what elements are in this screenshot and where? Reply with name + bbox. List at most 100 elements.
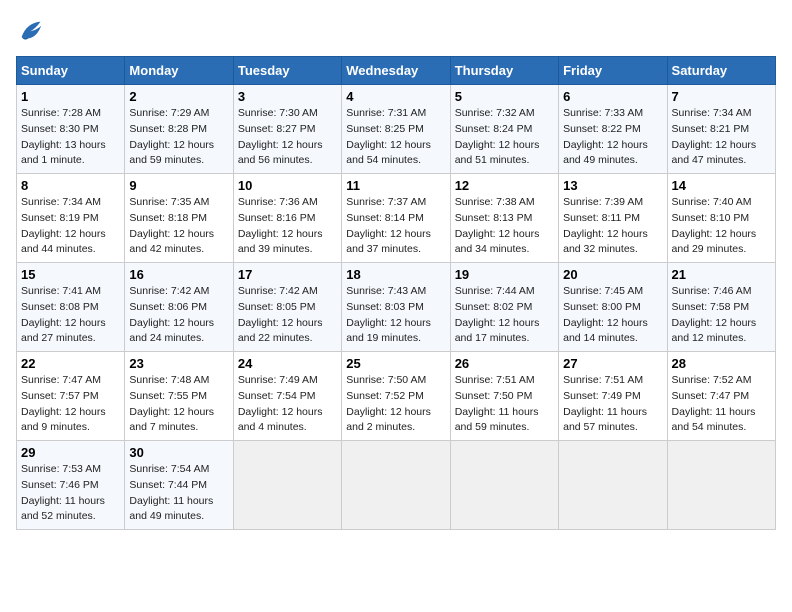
- calendar-day: [233, 441, 341, 530]
- day-number: 1: [21, 89, 120, 104]
- calendar-day: 4 Sunrise: 7:31 AMSunset: 8:25 PMDaylight…: [342, 85, 450, 174]
- day-number: 21: [672, 267, 771, 282]
- calendar-day: 15 Sunrise: 7:41 AMSunset: 8:08 PMDayligh…: [17, 263, 125, 352]
- day-number: 29: [21, 445, 120, 460]
- calendar-table: SundayMondayTuesdayWednesdayThursdayFrid…: [16, 56, 776, 530]
- day-number: 3: [238, 89, 337, 104]
- calendar-day: 26Sunrise: 7:51 AMSunset: 7:50 PMDayligh…: [450, 352, 558, 441]
- day-number: 27: [563, 356, 662, 371]
- calendar-day: [450, 441, 558, 530]
- calendar-day: 20Sunrise: 7:45 AMSunset: 8:00 PMDayligh…: [559, 263, 667, 352]
- calendar-day: 29 Sunrise: 7:53 AMSunset: 7:46 PMDayligh…: [17, 441, 125, 530]
- day-info: Sunrise: 7:52 AMSunset: 7:47 PMDaylight:…: [672, 373, 771, 436]
- day-number: 24: [238, 356, 337, 371]
- day-number: 10: [238, 178, 337, 193]
- day-info: Sunrise: 7:29 AMSunset: 8:28 PMDaylight:…: [129, 106, 228, 169]
- day-info: Sunrise: 7:50 AMSunset: 7:52 PMDaylight:…: [346, 373, 445, 436]
- day-info: Sunrise: 7:53 AMSunset: 7:46 PMDaylight:…: [21, 462, 120, 525]
- column-header-sunday: Sunday: [17, 57, 125, 85]
- calendar-day: 17Sunrise: 7:42 AMSunset: 8:05 PMDayligh…: [233, 263, 341, 352]
- calendar-day: 3 Sunrise: 7:30 AMSunset: 8:27 PMDaylight…: [233, 85, 341, 174]
- calendar-day: 16 Sunrise: 7:42 AMSunset: 8:06 PMDayligh…: [125, 263, 233, 352]
- day-info: Sunrise: 7:51 AMSunset: 7:50 PMDaylight:…: [455, 373, 554, 436]
- day-number: 11: [346, 178, 445, 193]
- calendar-day: 21 Sunrise: 7:46 AMSunset: 7:58 PMDayligh…: [667, 263, 775, 352]
- day-info: Sunrise: 7:41 AMSunset: 8:08 PMDaylight:…: [21, 284, 120, 347]
- day-info: Sunrise: 7:32 AMSunset: 8:24 PMDaylight:…: [455, 106, 554, 169]
- calendar-day: 8 Sunrise: 7:34 AMSunset: 8:19 PMDaylight…: [17, 174, 125, 263]
- day-number: 2: [129, 89, 228, 104]
- column-header-wednesday: Wednesday: [342, 57, 450, 85]
- calendar-day: [667, 441, 775, 530]
- calendar-day: 13 Sunrise: 7:39 AMSunset: 8:11 PMDayligh…: [559, 174, 667, 263]
- day-info: Sunrise: 7:42 AMSunset: 8:05 PMDaylight:…: [238, 284, 337, 347]
- day-info: Sunrise: 7:38 AMSunset: 8:13 PMDaylight:…: [455, 195, 554, 258]
- day-info: Sunrise: 7:44 AMSunset: 8:02 PMDaylight:…: [455, 284, 554, 347]
- calendar-day: 7Sunrise: 7:34 AMSunset: 8:21 PMDaylight…: [667, 85, 775, 174]
- day-number: 5: [455, 89, 554, 104]
- day-info: Sunrise: 7:40 AMSunset: 8:10 PMDaylight:…: [672, 195, 771, 258]
- logo-bird-icon: [16, 16, 44, 44]
- day-info: Sunrise: 7:34 AMSunset: 8:19 PMDaylight:…: [21, 195, 120, 258]
- day-info: Sunrise: 7:47 AMSunset: 7:57 PMDaylight:…: [21, 373, 120, 436]
- calendar-week-row: 22 Sunrise: 7:47 AMSunset: 7:57 PMDayligh…: [17, 352, 776, 441]
- calendar-day: 11 Sunrise: 7:37 AMSunset: 8:14 PMDayligh…: [342, 174, 450, 263]
- day-info: Sunrise: 7:46 AMSunset: 7:58 PMDaylight:…: [672, 284, 771, 347]
- calendar-week-row: 8 Sunrise: 7:34 AMSunset: 8:19 PMDaylight…: [17, 174, 776, 263]
- column-header-saturday: Saturday: [667, 57, 775, 85]
- day-number: 8: [21, 178, 120, 193]
- calendar-day: 25 Sunrise: 7:50 AMSunset: 7:52 PMDayligh…: [342, 352, 450, 441]
- day-info: Sunrise: 7:42 AMSunset: 8:06 PMDaylight:…: [129, 284, 228, 347]
- day-number: 28: [672, 356, 771, 371]
- day-info: Sunrise: 7:49 AMSunset: 7:54 PMDaylight:…: [238, 373, 337, 436]
- day-number: 9: [129, 178, 228, 193]
- day-info: Sunrise: 7:33 AMSunset: 8:22 PMDaylight:…: [563, 106, 662, 169]
- day-number: 23: [129, 356, 228, 371]
- day-number: 16: [129, 267, 228, 282]
- page-header: [16, 16, 776, 44]
- calendar-day: 6 Sunrise: 7:33 AMSunset: 8:22 PMDaylight…: [559, 85, 667, 174]
- header-row: SundayMondayTuesdayWednesdayThursdayFrid…: [17, 57, 776, 85]
- day-info: Sunrise: 7:48 AMSunset: 7:55 PMDaylight:…: [129, 373, 228, 436]
- day-number: 19: [455, 267, 554, 282]
- calendar-week-row: 29 Sunrise: 7:53 AMSunset: 7:46 PMDayligh…: [17, 441, 776, 530]
- day-info: Sunrise: 7:36 AMSunset: 8:16 PMDaylight:…: [238, 195, 337, 258]
- calendar-day: 19 Sunrise: 7:44 AMSunset: 8:02 PMDayligh…: [450, 263, 558, 352]
- calendar-week-row: 1 Sunrise: 7:28 AMSunset: 8:30 PMDaylight…: [17, 85, 776, 174]
- calendar-day: 28 Sunrise: 7:52 AMSunset: 7:47 PMDayligh…: [667, 352, 775, 441]
- calendar-day: 23 Sunrise: 7:48 AMSunset: 7:55 PMDayligh…: [125, 352, 233, 441]
- day-info: Sunrise: 7:30 AMSunset: 8:27 PMDaylight:…: [238, 106, 337, 169]
- day-info: Sunrise: 7:39 AMSunset: 8:11 PMDaylight:…: [563, 195, 662, 258]
- day-info: Sunrise: 7:43 AMSunset: 8:03 PMDaylight:…: [346, 284, 445, 347]
- day-info: Sunrise: 7:31 AMSunset: 8:25 PMDaylight:…: [346, 106, 445, 169]
- calendar-day: 9 Sunrise: 7:35 AMSunset: 8:18 PMDaylight…: [125, 174, 233, 263]
- day-info: Sunrise: 7:37 AMSunset: 8:14 PMDaylight:…: [346, 195, 445, 258]
- day-number: 13: [563, 178, 662, 193]
- day-number: 15: [21, 267, 120, 282]
- day-info: Sunrise: 7:28 AMSunset: 8:30 PMDaylight:…: [21, 106, 120, 169]
- calendar-day: 14Sunrise: 7:40 AMSunset: 8:10 PMDayligh…: [667, 174, 775, 263]
- day-number: 25: [346, 356, 445, 371]
- day-number: 6: [563, 89, 662, 104]
- calendar-day: [342, 441, 450, 530]
- calendar-day: 27Sunrise: 7:51 AMSunset: 7:49 PMDayligh…: [559, 352, 667, 441]
- day-number: 22: [21, 356, 120, 371]
- calendar-day: 1 Sunrise: 7:28 AMSunset: 8:30 PMDaylight…: [17, 85, 125, 174]
- calendar-day: 12 Sunrise: 7:38 AMSunset: 8:13 PMDayligh…: [450, 174, 558, 263]
- day-number: 7: [672, 89, 771, 104]
- logo: [16, 16, 48, 44]
- calendar-day: 5 Sunrise: 7:32 AMSunset: 8:24 PMDaylight…: [450, 85, 558, 174]
- column-header-friday: Friday: [559, 57, 667, 85]
- calendar-day: 18 Sunrise: 7:43 AMSunset: 8:03 PMDayligh…: [342, 263, 450, 352]
- column-header-thursday: Thursday: [450, 57, 558, 85]
- day-info: Sunrise: 7:35 AMSunset: 8:18 PMDaylight:…: [129, 195, 228, 258]
- day-number: 20: [563, 267, 662, 282]
- day-number: 4: [346, 89, 445, 104]
- column-header-tuesday: Tuesday: [233, 57, 341, 85]
- day-number: 18: [346, 267, 445, 282]
- calendar-day: 22 Sunrise: 7:47 AMSunset: 7:57 PMDayligh…: [17, 352, 125, 441]
- column-header-monday: Monday: [125, 57, 233, 85]
- calendar-day: 2 Sunrise: 7:29 AMSunset: 8:28 PMDaylight…: [125, 85, 233, 174]
- day-number: 12: [455, 178, 554, 193]
- calendar-week-row: 15 Sunrise: 7:41 AMSunset: 8:08 PMDayligh…: [17, 263, 776, 352]
